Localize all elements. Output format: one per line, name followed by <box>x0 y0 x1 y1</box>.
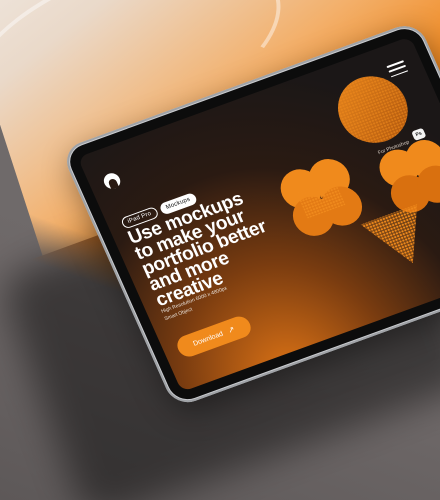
brand-logo-icon[interactable] <box>101 171 123 192</box>
download-button[interactable]: Download ↗ <box>173 313 255 360</box>
download-label: Download <box>192 330 225 348</box>
halftone-flower-right <box>379 140 440 213</box>
halftone-flower-left <box>280 159 363 236</box>
arrow-up-right-icon: ↗ <box>226 324 237 336</box>
